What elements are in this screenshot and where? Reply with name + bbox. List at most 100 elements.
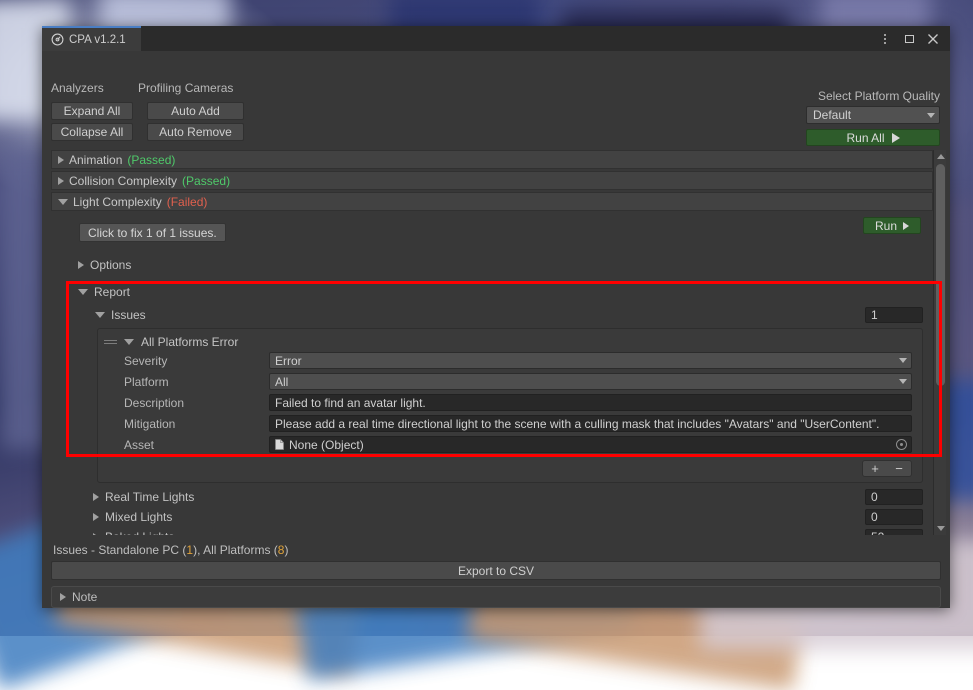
real-time-lights-foldout[interactable]: Real Time Lights xyxy=(93,488,865,506)
baked-lights-value[interactable]: 52 xyxy=(865,529,923,535)
kebab-menu-icon[interactable] xyxy=(878,32,892,46)
chevron-right-icon xyxy=(78,261,84,269)
scroll-up-icon[interactable] xyxy=(934,150,947,163)
run-label: Run xyxy=(875,219,897,233)
chevron-down-icon xyxy=(95,312,105,318)
run-all-label: Run All xyxy=(846,131,884,145)
issues-foldout[interactable]: Issues xyxy=(95,306,865,324)
light-complexity-panel: Click to fix 1 of 1 issues. Run Options … xyxy=(51,213,933,535)
profiling-cameras-label: Profiling Cameras xyxy=(138,81,233,95)
analyzer-foldout-collision-complexity[interactable]: Collision Complexity (Passed) xyxy=(51,171,933,190)
real-time-lights-label: Real Time Lights xyxy=(105,490,194,504)
severity-label: Severity xyxy=(124,354,269,368)
analyzer-foldout-light-complexity[interactable]: Light Complexity (Failed) xyxy=(51,192,933,211)
asset-object-field[interactable]: None (Object) xyxy=(269,436,912,453)
platform-quality-value: Default xyxy=(813,108,851,122)
expand-all-button[interactable]: Expand All xyxy=(51,102,133,120)
issue-header[interactable]: All Platforms Error xyxy=(98,333,922,351)
severity-value: Error xyxy=(275,354,302,368)
issues-foldout-row: Issues 1 xyxy=(95,306,923,324)
scroll-down-icon[interactable] xyxy=(934,522,947,535)
note-foldout[interactable]: Note xyxy=(51,586,941,608)
chevron-down-icon xyxy=(124,339,134,345)
analyzer-name: Animation xyxy=(69,153,122,167)
run-all-button[interactable]: Run All xyxy=(806,129,940,146)
report-foldout[interactable]: Report xyxy=(78,283,933,301)
collapse-all-button[interactable]: Collapse All xyxy=(51,123,133,141)
chevron-right-icon xyxy=(93,533,99,535)
real-time-lights-value[interactable]: 0 xyxy=(865,489,923,505)
analyzer-foldout-animation[interactable]: Animation (Passed) xyxy=(51,150,933,169)
mitigation-input[interactable]: Please add a real time directional light… xyxy=(269,415,912,432)
fix-issues-button[interactable]: Click to fix 1 of 1 issues. xyxy=(79,223,226,242)
gauge-icon xyxy=(51,33,64,46)
summary-prefix: Issues - Standalone PC ( xyxy=(53,543,186,557)
play-icon xyxy=(892,133,900,143)
drag-handle-icon[interactable] xyxy=(104,340,117,344)
tab-cpa[interactable]: CPA v1.2.1 xyxy=(42,26,141,51)
summary-suffix: ) xyxy=(284,543,288,557)
baked-lights-label: Baked Lights xyxy=(105,530,174,535)
window-controls xyxy=(878,26,950,51)
auto-remove-button[interactable]: Auto Remove xyxy=(147,123,244,141)
issues-summary: Issues - Standalone PC (1), All Platform… xyxy=(51,535,941,561)
chevron-right-icon xyxy=(93,513,99,521)
mixed-lights-label: Mixed Lights xyxy=(105,510,172,524)
mixed-lights-value[interactable]: 0 xyxy=(865,509,923,525)
auto-add-button[interactable]: Auto Add xyxy=(147,102,244,120)
field-row-mitigation: Mitigation Please add a real time direct… xyxy=(98,414,922,433)
scrollbar-thumb[interactable] xyxy=(936,164,945,386)
description-label: Description xyxy=(124,396,269,410)
window-titlebar: CPA v1.2.1 xyxy=(42,26,950,51)
chevron-down-icon xyxy=(899,358,907,363)
mixed-lights-foldout[interactable]: Mixed Lights xyxy=(93,508,865,526)
analyzers-label: Analyzers xyxy=(51,81,104,95)
field-row-asset: Asset None (Object) xyxy=(98,435,922,454)
platform-quality-dropdown[interactable]: Default xyxy=(806,106,940,124)
platform-quality-label: Select Platform Quality xyxy=(818,89,940,103)
maximize-icon[interactable] xyxy=(902,32,916,46)
object-picker-icon[interactable] xyxy=(896,439,907,450)
field-row-description: Description Failed to find an avatar lig… xyxy=(98,393,922,412)
light-row-real-time: Real Time Lights 0 xyxy=(51,487,933,507)
issues-count-field[interactable]: 1 xyxy=(865,307,923,323)
description-input[interactable]: Failed to find an avatar light. xyxy=(269,394,912,411)
severity-dropdown[interactable]: Error xyxy=(269,352,912,369)
close-icon[interactable] xyxy=(926,32,940,46)
issues-label: Issues xyxy=(111,308,146,322)
analyzer-name: Collision Complexity xyxy=(69,174,177,188)
platform-label: Platform xyxy=(124,375,269,389)
chevron-right-icon xyxy=(60,593,66,601)
analyzer-scroll-area: Animation (Passed) Collision Complexity … xyxy=(51,150,950,535)
toolbar: Analyzers Profiling Cameras Expand All C… xyxy=(42,51,950,150)
analyzer-status: (Failed) xyxy=(167,195,208,209)
options-foldout[interactable]: Options xyxy=(78,256,933,274)
add-issue-button[interactable]: + xyxy=(863,461,887,476)
note-label: Note xyxy=(72,590,97,604)
export-to-csv-button[interactable]: Export to CSV xyxy=(51,561,941,580)
chevron-right-icon xyxy=(58,156,64,164)
baked-lights-foldout[interactable]: Baked Lights xyxy=(93,528,865,535)
run-button[interactable]: Run xyxy=(863,217,921,234)
document-icon xyxy=(275,439,284,450)
analyzer-status: (Passed) xyxy=(127,153,175,167)
chevron-right-icon xyxy=(93,493,99,501)
report-label: Report xyxy=(94,285,130,299)
field-row-severity: Severity Error xyxy=(98,351,922,370)
platform-dropdown[interactable]: All xyxy=(269,373,912,390)
play-icon xyxy=(903,222,909,230)
options-label: Options xyxy=(90,258,131,272)
chevron-down-icon xyxy=(899,379,907,384)
tab-label: CPA v1.2.1 xyxy=(69,34,126,46)
cpa-editor-window: CPA v1.2.1 Analyzers Profiling Cameras E… xyxy=(42,26,950,608)
vertical-scrollbar[interactable] xyxy=(933,150,946,535)
chevron-down-icon xyxy=(58,199,68,205)
issue-title: All Platforms Error xyxy=(141,335,238,349)
analyzer-status: (Passed) xyxy=(182,174,230,188)
footer: Issues - Standalone PC (1), All Platform… xyxy=(42,535,950,608)
chevron-down-icon xyxy=(78,289,88,295)
mitigation-label: Mitigation xyxy=(124,417,269,431)
remove-issue-button[interactable]: − xyxy=(887,461,911,476)
light-row-baked: Baked Lights 52 xyxy=(51,527,933,535)
asset-label: Asset xyxy=(124,438,269,452)
